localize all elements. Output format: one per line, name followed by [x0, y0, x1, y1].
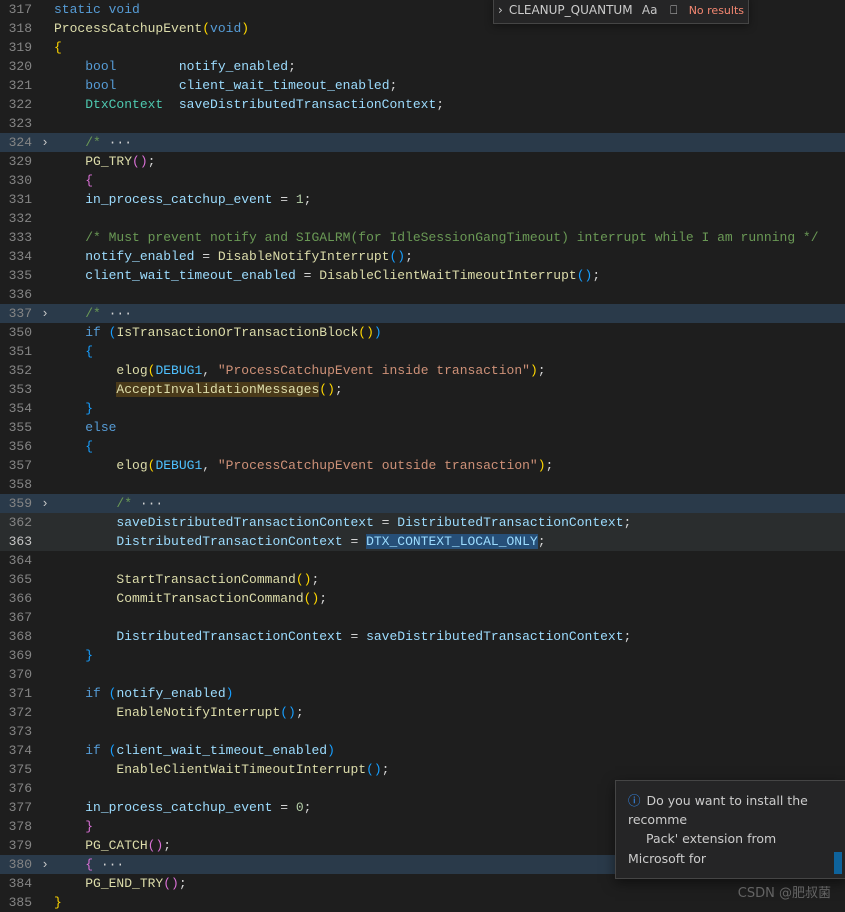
line-number: 350 — [0, 323, 36, 342]
line-number: 351 — [0, 342, 36, 361]
line-number: 377 — [0, 798, 36, 817]
line-number: 379 — [0, 836, 36, 855]
code-line[interactable]: bool notify_enabled; — [54, 57, 845, 76]
code-line[interactable]: EnableClientWaitTimeoutInterrupt(); — [54, 760, 845, 779]
extension-recommendation-toast[interactable]: ⓘDo you want to install the recomme Pack… — [615, 780, 845, 880]
line-number: 332 — [0, 209, 36, 228]
fold-chevron-icon[interactable]: › — [36, 133, 54, 152]
chevron-right-icon[interactable]: › — [498, 1, 503, 20]
code-line[interactable]: CommitTransactionCommand(); — [54, 589, 845, 608]
info-icon: ⓘ — [628, 791, 641, 810]
line-number: 359 — [0, 494, 36, 513]
line-number: 370 — [0, 665, 36, 684]
line-number: 321 — [0, 76, 36, 95]
toast-install-button[interactable] — [834, 852, 842, 874]
match-word-icon[interactable]: ⎕ — [665, 1, 683, 19]
line-number: 319 — [0, 38, 36, 57]
line-number: 336 — [0, 285, 36, 304]
toast-message-line1: Do you want to install the recomme — [628, 793, 808, 827]
match-case-icon[interactable]: Aa — [641, 1, 659, 19]
line-number: 372 — [0, 703, 36, 722]
find-widget[interactable]: › CLEANUP_QUANTUM Aa ⎕ No results — [493, 0, 749, 24]
line-number: 366 — [0, 589, 36, 608]
code-line[interactable]: /* Must prevent notify and SIGALRM(for I… — [54, 228, 845, 247]
line-number: 384 — [0, 874, 36, 893]
line-number: 376 — [0, 779, 36, 798]
search-term[interactable]: CLEANUP_QUANTUM — [509, 1, 635, 20]
code-line[interactable]: notify_enabled = DisableNotifyInterrupt(… — [54, 247, 845, 266]
line-number: 364 — [0, 551, 36, 570]
toast-message-line2: Pack' extension from Microsoft for — [628, 831, 776, 865]
line-number: 317 — [0, 0, 36, 19]
line-number: 334 — [0, 247, 36, 266]
line-number: 368 — [0, 627, 36, 646]
line-number: 329 — [0, 152, 36, 171]
line-number: 367 — [0, 608, 36, 627]
fold-chevron-icon[interactable]: › — [36, 494, 54, 513]
line-number: 358 — [0, 475, 36, 494]
code-line[interactable]: if (IsTransactionOrTransactionBlock()) — [54, 323, 845, 342]
code-editor[interactable]: 317static void 318ProcessCatchupEvent(vo… — [0, 0, 845, 912]
code-line[interactable]: } — [54, 646, 845, 665]
line-number: 371 — [0, 684, 36, 703]
line-number: 357 — [0, 456, 36, 475]
line-number: 385 — [0, 893, 36, 912]
line-number: 380 — [0, 855, 36, 874]
line-number: 322 — [0, 95, 36, 114]
line-number: 324 — [0, 133, 36, 152]
code-line[interactable]: elog(DEBUG1, "ProcessCatchupEvent outsid… — [54, 456, 845, 475]
line-number: 337 — [0, 304, 36, 323]
line-number: 352 — [0, 361, 36, 380]
line-number: 378 — [0, 817, 36, 836]
line-number: 333 — [0, 228, 36, 247]
line-number: 353 — [0, 380, 36, 399]
fold-chevron-icon[interactable]: › — [36, 855, 54, 874]
line-number: 331 — [0, 190, 36, 209]
code-line[interactable]: EnableNotifyInterrupt(); — [54, 703, 845, 722]
code-line[interactable]: saveDistributedTransactionContext = Dist… — [54, 513, 845, 532]
line-number: 320 — [0, 57, 36, 76]
line-number: 354 — [0, 399, 36, 418]
code-line[interactable]: /* ··· — [54, 494, 845, 513]
line-number: 365 — [0, 570, 36, 589]
line-number: 362 — [0, 513, 36, 532]
watermark: CSDN @肥叔菌 — [738, 884, 831, 903]
line-number: 374 — [0, 741, 36, 760]
code-line[interactable]: bool client_wait_timeout_enabled; — [54, 76, 845, 95]
code-line[interactable]: in_process_catchup_event = 1; — [54, 190, 845, 209]
code-line[interactable]: { — [54, 342, 845, 361]
code-line[interactable]: AcceptInvalidationMessages(); — [54, 380, 845, 399]
code-line[interactable]: else — [54, 418, 845, 437]
line-number: 355 — [0, 418, 36, 437]
line-number: 330 — [0, 171, 36, 190]
code-line[interactable]: /* ··· — [54, 133, 845, 152]
line-number: 373 — [0, 722, 36, 741]
line-number: 363 — [0, 532, 36, 551]
code-line[interactable]: /* ··· — [54, 304, 845, 323]
code-line[interactable]: if (client_wait_timeout_enabled) — [54, 741, 845, 760]
line-number: 356 — [0, 437, 36, 456]
code-line[interactable]: elog(DEBUG1, "ProcessCatchupEvent inside… — [54, 361, 845, 380]
line-number: 375 — [0, 760, 36, 779]
code-line[interactable]: if (notify_enabled) — [54, 684, 845, 703]
code-line[interactable]: client_wait_timeout_enabled = DisableCli… — [54, 266, 845, 285]
line-number: 335 — [0, 266, 36, 285]
code-line[interactable]: PG_TRY(); — [54, 152, 845, 171]
code-line[interactable]: } — [54, 399, 845, 418]
line-number: 318 — [0, 19, 36, 38]
code-line[interactable]: { — [54, 437, 845, 456]
line-number: 323 — [0, 114, 36, 133]
code-line[interactable]: } — [54, 893, 845, 912]
code-line[interactable]: { — [54, 38, 845, 57]
search-result-count: No results — [689, 1, 744, 20]
line-number: 369 — [0, 646, 36, 665]
code-line[interactable]: DistributedTransactionContext = DTX_CONT… — [54, 532, 845, 551]
code-line[interactable]: { — [54, 171, 845, 190]
code-line[interactable]: StartTransactionCommand(); — [54, 570, 845, 589]
code-line[interactable]: DistributedTransactionContext = saveDist… — [54, 627, 845, 646]
code-line[interactable]: DtxContext saveDistributedTransactionCon… — [54, 95, 845, 114]
fold-chevron-icon[interactable]: › — [36, 304, 54, 323]
